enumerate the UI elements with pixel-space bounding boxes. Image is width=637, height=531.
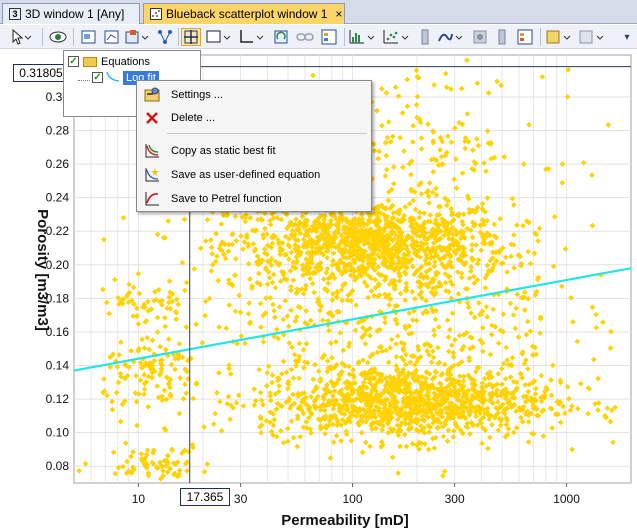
select-tool-button[interactable] (6, 28, 36, 46)
filter-icon (473, 30, 487, 44)
histogram-icon (349, 30, 375, 44)
axis-style-button[interactable] (237, 28, 267, 46)
connect-points-button[interactable] (154, 28, 176, 46)
color-table-icon (438, 33, 463, 42)
zoom-window-button[interactable] (78, 28, 100, 46)
refresh-plot-button[interactable] (270, 28, 292, 46)
histogram-button[interactable] (348, 28, 378, 46)
save-petrel-function-label: Save to Petrel function (171, 193, 282, 205)
link-button[interactable] (294, 28, 316, 46)
scatterplot-window-icon (150, 8, 162, 20)
menu-item-save-petrel-function[interactable]: Save to Petrel function (139, 188, 369, 210)
menu-item-delete[interactable]: Delete ... (139, 107, 369, 129)
x-axis-label: Permeability [mD] (281, 512, 409, 529)
equations-tree-root[interactable]: ✓ Equations (68, 54, 150, 69)
delete-icon (143, 109, 161, 127)
petrel-function-icon (143, 190, 161, 208)
properties-button[interactable] (544, 28, 574, 46)
toolbar-separator (73, 28, 74, 46)
copy-fit-icon (143, 142, 161, 160)
link-icon (296, 33, 314, 41)
tab-3d-window[interactable]: 3 3D window 1 [Any] (2, 3, 140, 24)
export-icon (579, 30, 604, 44)
toolbar-overflow-button[interactable]: ▾ (621, 28, 633, 46)
export-button[interactable] (577, 28, 607, 46)
delete-label: Delete ... (171, 112, 216, 124)
network-icon (158, 30, 172, 44)
3d-window-icon: 3 (9, 8, 21, 20)
properties-icon (546, 30, 571, 44)
equation-context-menu: Settings ... Delete ... Copy as static b… (136, 80, 372, 212)
tab-3d-window-label: 3D window 1 [Any] (25, 7, 125, 21)
y-tick-label: 0.10 (46, 426, 70, 440)
filter-button[interactable] (469, 28, 491, 46)
toolbar-separator (344, 28, 345, 46)
scatter-icon (383, 30, 409, 44)
tab-scatterplot-window[interactable]: Blueback scatterplot window 1 × (143, 3, 345, 24)
settings-icon (143, 86, 161, 104)
fit-view-icon (104, 30, 119, 44)
fit-view-button[interactable] (101, 28, 123, 46)
legend-settings-icon (517, 29, 533, 45)
y-tick-label: 0.14 (46, 359, 70, 373)
log-curve-icon (106, 70, 120, 85)
toolbar-separator (42, 28, 43, 46)
cursor-tracking-button[interactable] (181, 28, 201, 46)
color-table-button[interactable] (436, 28, 466, 46)
menu-item-save-equation[interactable]: Save as user-defined equation (139, 164, 369, 186)
slider-button[interactable] (416, 28, 434, 46)
document-tab-bar: 3 3D window 1 [Any] Blueback scatterplot… (0, 0, 637, 24)
y-axis-label: Porosity [m3/m3] (34, 209, 51, 331)
x-tick-label: 300 (445, 492, 465, 506)
scatter-style-button[interactable] (382, 28, 412, 46)
x-tick-label: 10 (132, 492, 146, 506)
slider-button-2[interactable] (493, 28, 511, 46)
view-eye-button[interactable] (47, 28, 69, 46)
menu-separator (167, 133, 367, 134)
y-tick-label: 0.26 (46, 157, 70, 171)
copy-image-icon (125, 30, 149, 44)
tab-scatterplot-label: Blueback scatterplot window 1 (166, 7, 328, 21)
plot-toolbar: ▾ (0, 25, 637, 49)
x-tick-label: 30 (234, 492, 248, 506)
cursor-x-readout: 17.365 (180, 488, 230, 506)
log-fit-checkbox[interactable]: ✓ (92, 72, 103, 83)
y-tick-label: 0.28 (46, 124, 70, 138)
folder-icon (83, 56, 97, 67)
axis-icon (240, 30, 264, 43)
settings-label: Settings ... (171, 89, 223, 101)
equations-checkbox[interactable]: ✓ (68, 56, 79, 67)
equations-label: Equations (101, 55, 150, 68)
menu-item-copy-static-fit[interactable]: Copy as static best fit (139, 140, 369, 162)
window-zoom-icon (81, 30, 96, 44)
menu-item-settings[interactable]: Settings ... (139, 84, 369, 106)
slider-icon (498, 29, 506, 45)
cursor-y-readout: 0.31805 (13, 64, 69, 82)
legend-icon (321, 29, 337, 45)
y-tick-label: 0.12 (46, 392, 70, 406)
toolbar-separator (178, 28, 179, 46)
x-tick-label: 1000 (553, 492, 580, 506)
frame-style-button[interactable] (204, 28, 234, 46)
frame-icon (206, 30, 231, 43)
x-tick-label: 100 (342, 492, 362, 506)
pointer-icon (12, 29, 32, 45)
slider-icon (421, 29, 429, 45)
save-equation-label: Save as user-defined equation (171, 169, 321, 181)
refresh-icon (274, 30, 288, 44)
y-tick-label: 0.24 (46, 191, 70, 205)
toolbar-separator (540, 28, 541, 46)
eye-icon (49, 31, 67, 43)
crosshair-icon (184, 30, 198, 44)
save-equation-icon (143, 166, 161, 184)
copy-image-button[interactable] (124, 28, 152, 46)
legend-settings-button[interactable] (514, 28, 536, 46)
tree-connector (78, 74, 90, 81)
copy-fit-label: Copy as static best fit (171, 145, 276, 157)
y-tick-label: 0.08 (46, 459, 70, 473)
close-tab-icon[interactable]: × (335, 7, 342, 21)
legend-button[interactable] (318, 28, 340, 46)
